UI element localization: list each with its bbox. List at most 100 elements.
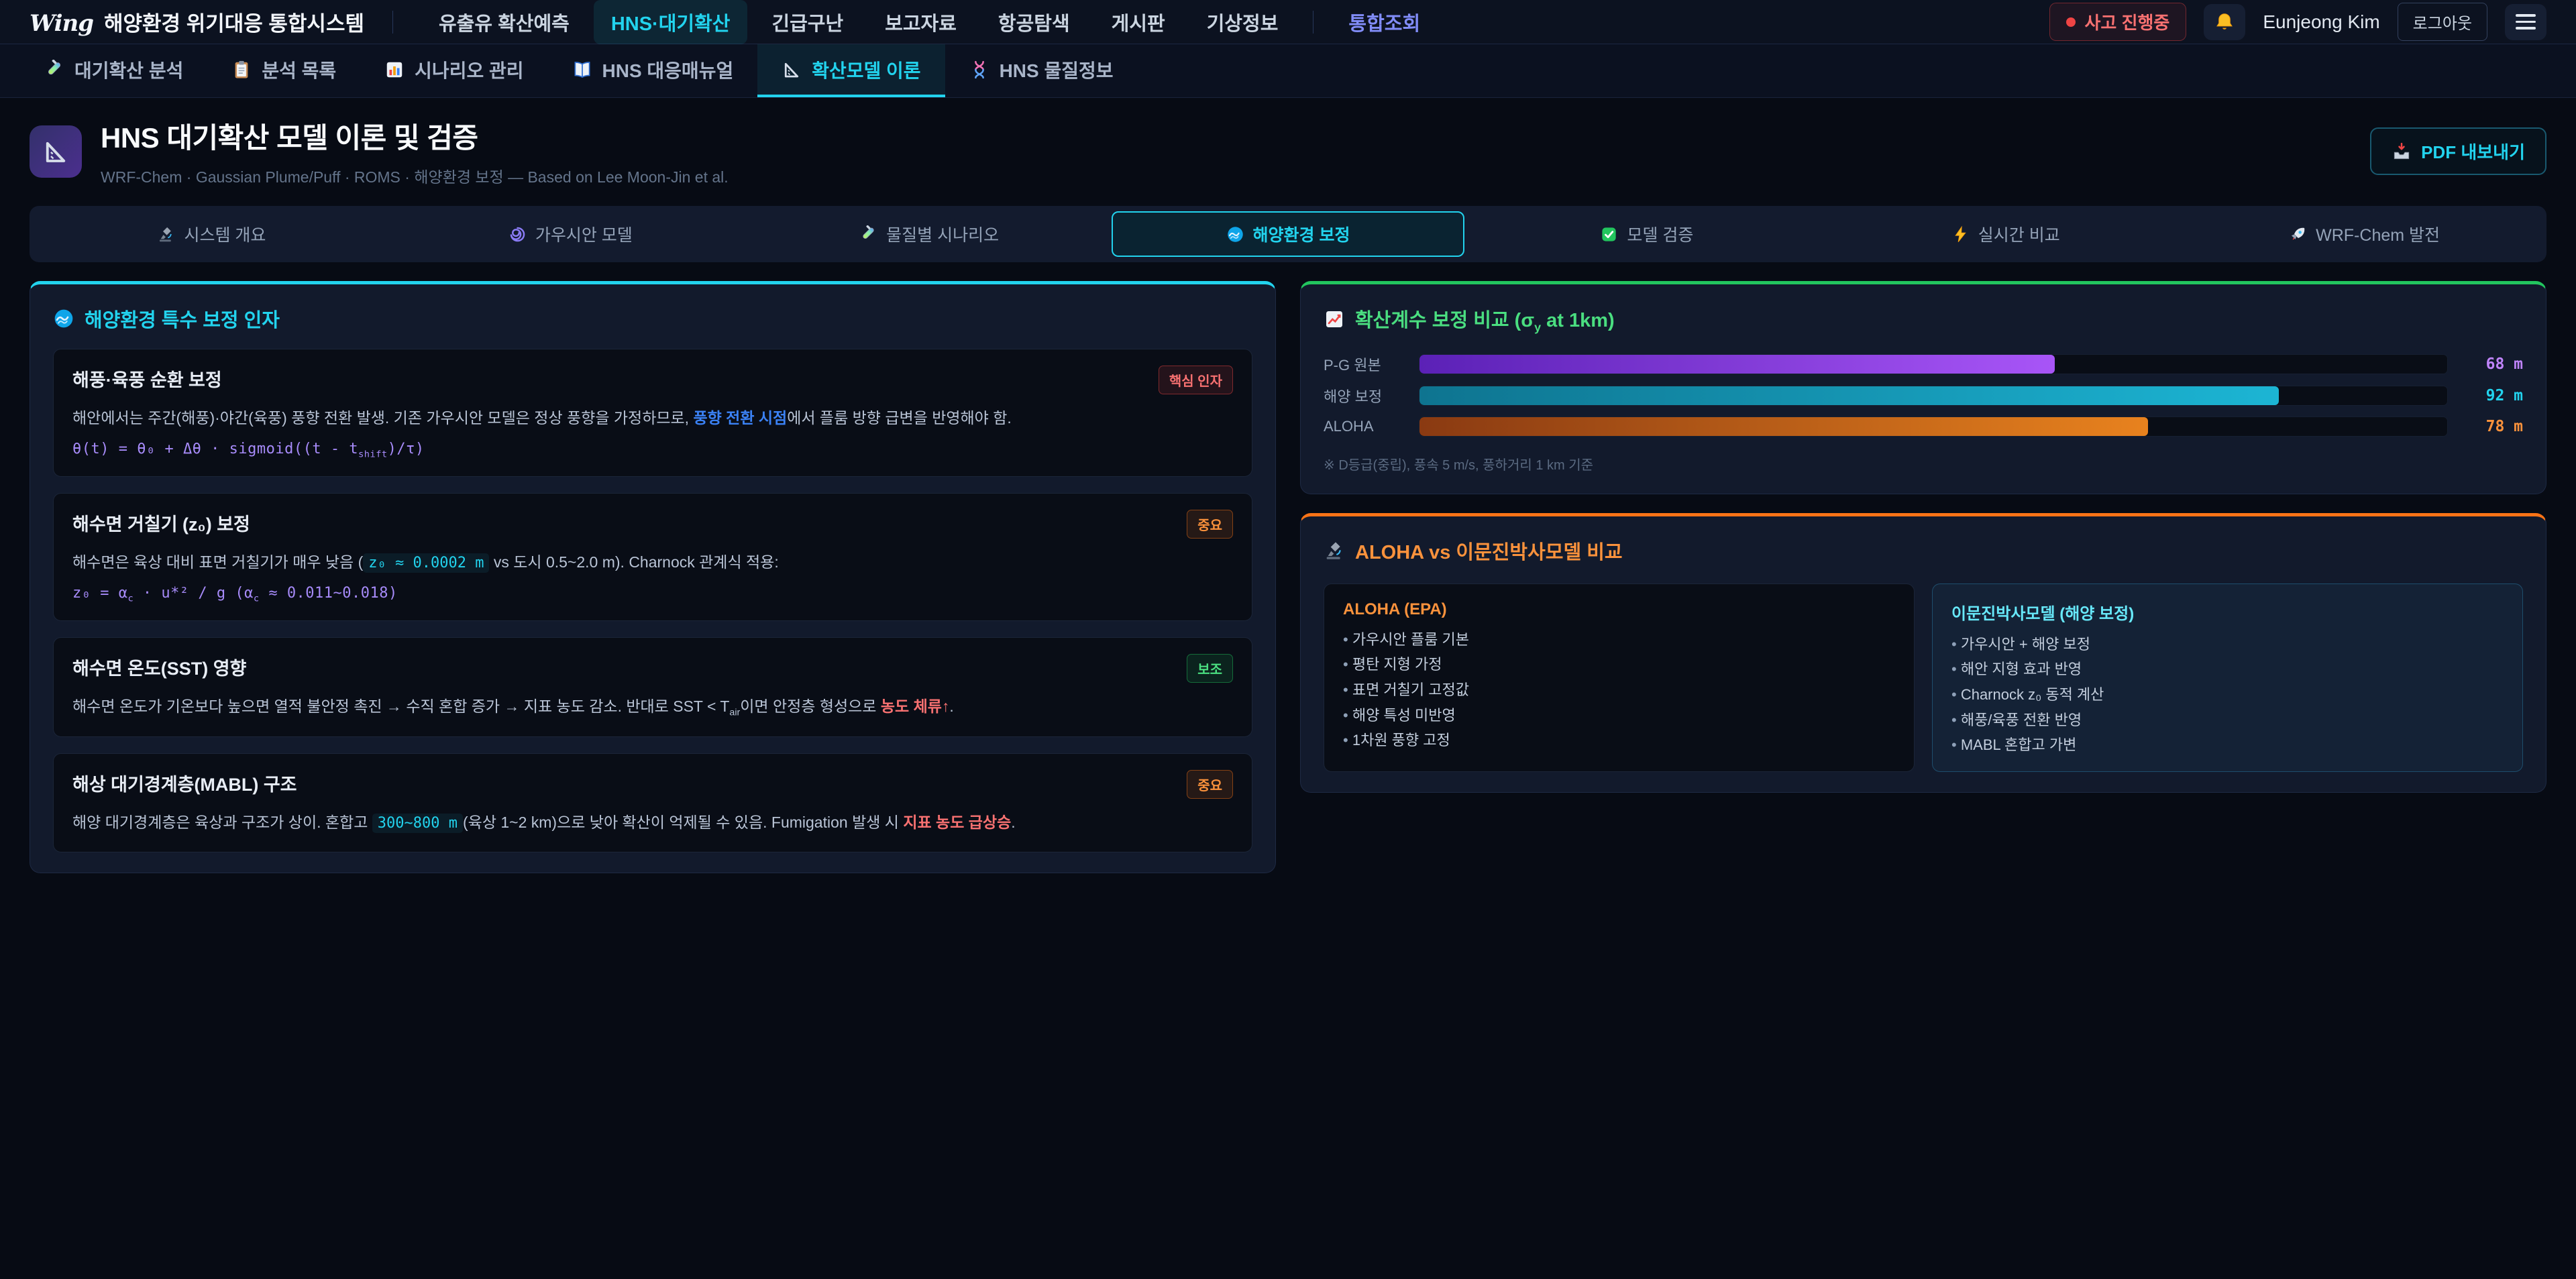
triangle-ruler-icon <box>42 137 70 166</box>
nav-item-board[interactable]: 게시판 <box>1094 0 1183 44</box>
section-tab-wrf-chem-evolution[interactable]: WRF-Chem 발전 <box>2188 211 2541 257</box>
notifications-button[interactable] <box>2204 4 2245 40</box>
bar-label: P-G 원본 <box>1324 353 1405 375</box>
logo-wing-mark: Wing <box>30 10 93 37</box>
page-header: HNS 대기확산 모델 이론 및 검증 WRF-Chem · Gaussian … <box>0 98 2576 206</box>
list-item: 표면 거칠기 고정값 <box>1343 681 1895 700</box>
microscope-icon <box>157 225 175 243</box>
card-sea-surface-roughness: 해수면 거칠기 (z₀) 보정 중요 해수면은 육상 대비 표면 거칠기가 매우… <box>53 493 1252 621</box>
status-badge-label: 사고 진행중 <box>2085 9 2170 34</box>
list-item: 해안 지형 효과 반영 <box>1951 660 2504 679</box>
card-body: 해양 대기경계층은 육상과 구조가 상이. 혼합고 300~800 m(육상 1… <box>72 810 1233 836</box>
nav-item-hns-dispersion[interactable]: HNS·대기확산 <box>594 0 748 44</box>
list-item: 해양 특성 미반영 <box>1343 706 1895 726</box>
cyclone-icon <box>508 225 527 243</box>
card-sst-effect: 해수면 온도(SST) 영향 보조 해수면 온도가 기온보다 높으면 열적 불안… <box>53 637 1252 738</box>
section-tab-marine-correction[interactable]: 해양환경 보정 <box>1112 211 1465 257</box>
card-sea-land-breeze: 해풍·육풍 순환 보정 핵심 인자 해안에서는 주간(해풍)·야간(육풍) 풍향… <box>53 349 1252 477</box>
main-content: 해양환경 특수 보정 인자 해풍·육풍 순환 보정 핵심 인자 해안에서는 주간… <box>0 262 2576 892</box>
card-title: 해상 대기경계층(MABL) 구조 <box>72 770 297 796</box>
check-icon <box>1600 225 1618 243</box>
card-title: 해수면 거칠기 (z₀) 보정 <box>72 510 250 536</box>
priority-badge: 보조 <box>1187 654 1233 683</box>
nav-item-aerial-search[interactable]: 항공탐색 <box>981 0 1087 44</box>
main-nav: 유출유 확산예측 HNS·대기확산 긴급구난 보고자료 항공탐색 게시판 기상정… <box>421 0 1438 44</box>
pdf-export-button[interactable]: PDF 내보내기 <box>2370 127 2546 175</box>
incident-status-badge: 사고 진행중 <box>2049 3 2187 41</box>
nav-item-oil-spill[interactable]: 유출유 확산예측 <box>421 0 587 44</box>
hamburger-menu-button[interactable] <box>2505 4 2546 40</box>
tab-hns-substance-info[interactable]: HNS 물질정보 <box>945 44 1138 97</box>
bar-value: 78 m <box>2461 418 2523 435</box>
nav-item-reports[interactable]: 보고자료 <box>867 0 974 44</box>
nav-item-integrated-search[interactable]: 통합조회 <box>1331 0 1438 44</box>
card-title: 해풍·육풍 순환 보정 <box>72 366 222 392</box>
section-tab-system-overview[interactable]: 시스템 개요 <box>35 211 388 257</box>
dna-icon <box>969 60 989 80</box>
section-tab-substance-scenarios[interactable]: 물질별 시나리오 <box>753 211 1106 257</box>
priority-badge: 중요 <box>1187 510 1233 539</box>
clipboard-icon <box>231 60 252 80</box>
tab-hns-manual[interactable]: HNS 대응매뉴얼 <box>548 44 758 97</box>
bar-track <box>1419 416 2448 437</box>
page-title: HNS 대기확산 모델 이론 및 검증 <box>101 115 729 156</box>
bar-fill <box>1419 386 2279 405</box>
dispersion-coefficient-chart-panel: 확산계수 보정 비교 (σy at 1km) P-G 원본 68 m 해양 보정… <box>1300 281 2546 494</box>
tab-model-theory[interactable]: 확산모델 이론 <box>757 44 945 97</box>
lee-feature-list: 가우시안 + 해양 보정 해안 지형 효과 반영 Charnock z₀ 동적 … <box>1951 635 2504 755</box>
nav-item-emergency-rescue[interactable]: 긴급구난 <box>754 0 861 44</box>
card-body: 해수면 온도가 기온보다 높으면 열적 불안정 촉진 → 수직 혼합 증가 → … <box>72 694 1233 721</box>
page-title-block: HNS 대기확산 모델 이론 및 검증 WRF-Chem · Gaussian … <box>101 115 729 187</box>
hamburger-icon <box>2516 14 2536 17</box>
page-subtitle: WRF-Chem · Gaussian Plume/Puff · ROMS · … <box>101 164 729 187</box>
right-column: 확산계수 보정 비교 (σy at 1km) P-G 원본 68 m 해양 보정… <box>1300 281 2546 793</box>
card-mabl-structure: 해상 대기경계층(MABL) 구조 중요 해양 대기경계층은 육상과 구조가 상… <box>53 753 1252 852</box>
wave-icon <box>53 308 74 329</box>
bar-chart: P-G 원본 68 m 해양 보정 92 m ALOHA 78 m <box>1324 353 2523 437</box>
section-tab-gaussian-model[interactable]: 가우시안 모델 <box>394 211 747 257</box>
list-item: 가우시안 + 해양 보정 <box>1951 635 2504 655</box>
section-tab-bar: 시스템 개요 가우시안 모델 물질별 시나리오 해양환경 보정 모델 검증 실시… <box>30 206 2546 262</box>
tab-dispersion-analysis[interactable]: 대기확산 분석 <box>20 44 207 97</box>
bar-fill <box>1419 355 2055 374</box>
user-name: Eunjeong Kim <box>2263 11 2379 33</box>
list-item: 1차원 풍향 고정 <box>1343 731 1895 750</box>
bar-value: 92 m <box>2461 387 2523 404</box>
marine-correction-factors-panel: 해양환경 특수 보정 인자 해풍·육풍 순환 보정 핵심 인자 해안에서는 주간… <box>30 281 1276 873</box>
panel-header: ALOHA vs 이문진박사모델 비교 <box>1324 537 2523 565</box>
list-item: 평탄 지형 가정 <box>1343 655 1895 675</box>
test-tube-icon <box>859 225 877 243</box>
list-item: Charnock z₀ 동적 계산 <box>1951 685 2504 705</box>
section-tab-model-validation[interactable]: 모델 검증 <box>1470 211 1823 257</box>
aloha-model-box: ALOHA (EPA) 가우시안 플룸 기본 평탄 지형 가정 표면 거칠기 고… <box>1324 583 1915 772</box>
bell-icon <box>2214 11 2235 33</box>
section-tab-realtime-comparison[interactable]: 실시간 비교 <box>1829 211 2182 257</box>
card-title: 해수면 온도(SST) 영향 <box>72 654 246 680</box>
bar-value: 68 m <box>2461 355 2523 373</box>
bar-label: ALOHA <box>1324 418 1405 435</box>
page-icon-badge <box>30 125 82 178</box>
module-tab-bar: 대기확산 분석 분석 목록 시나리오 관리 HNS 대응매뉴얼 확산모델 이론 … <box>0 44 2576 98</box>
app-logo[interactable]: Wing 해양환경 위기대응 통합시스템 <box>30 7 364 37</box>
lee-model-box: 이문진박사모델 (해양 보정) 가우시안 + 해양 보정 해안 지형 효과 반영… <box>1932 583 2523 772</box>
priority-badge: 중요 <box>1187 770 1233 799</box>
tab-analysis-list[interactable]: 분석 목록 <box>207 44 360 97</box>
aloha-feature-list: 가우시안 플룸 기본 평탄 지형 가정 표면 거칠기 고정값 해양 특성 미반영… <box>1343 630 1895 750</box>
card-body: 해수면은 육상 대비 표면 거칠기가 매우 낮음 (z₀ ≈ 0.0002 m … <box>72 550 1233 575</box>
nav-item-weather[interactable]: 기상정보 <box>1189 0 1296 44</box>
test-tube-icon <box>44 60 64 80</box>
aloha-vs-lee-model-panel: ALOHA vs 이문진박사모델 비교 ALOHA (EPA) 가우시안 플룸 … <box>1300 513 2546 793</box>
lightning-icon <box>1951 225 1970 243</box>
navbar-right: 사고 진행중 Eunjeong Kim 로그아웃 <box>2049 3 2547 41</box>
bar-row-marine-corrected: 해양 보정 92 m <box>1324 385 2523 406</box>
logout-button[interactable]: 로그아웃 <box>2398 3 2487 41</box>
rocket-icon <box>2289 225 2307 243</box>
card-formula: z₀ = αc · u*² / g (αc ≈ 0.011~0.018) <box>72 585 1233 604</box>
list-item: MABL 혼합고 가변 <box>1951 736 2504 755</box>
bar-row-aloha: ALOHA 78 m <box>1324 416 2523 437</box>
logo-divider <box>392 11 393 34</box>
tab-scenario-management[interactable]: 시나리오 관리 <box>360 44 547 97</box>
open-book-icon <box>572 60 592 80</box>
priority-badge: 핵심 인자 <box>1159 366 1233 394</box>
lee-box-title: 이문진박사모델 (해양 보정) <box>1951 600 2504 624</box>
